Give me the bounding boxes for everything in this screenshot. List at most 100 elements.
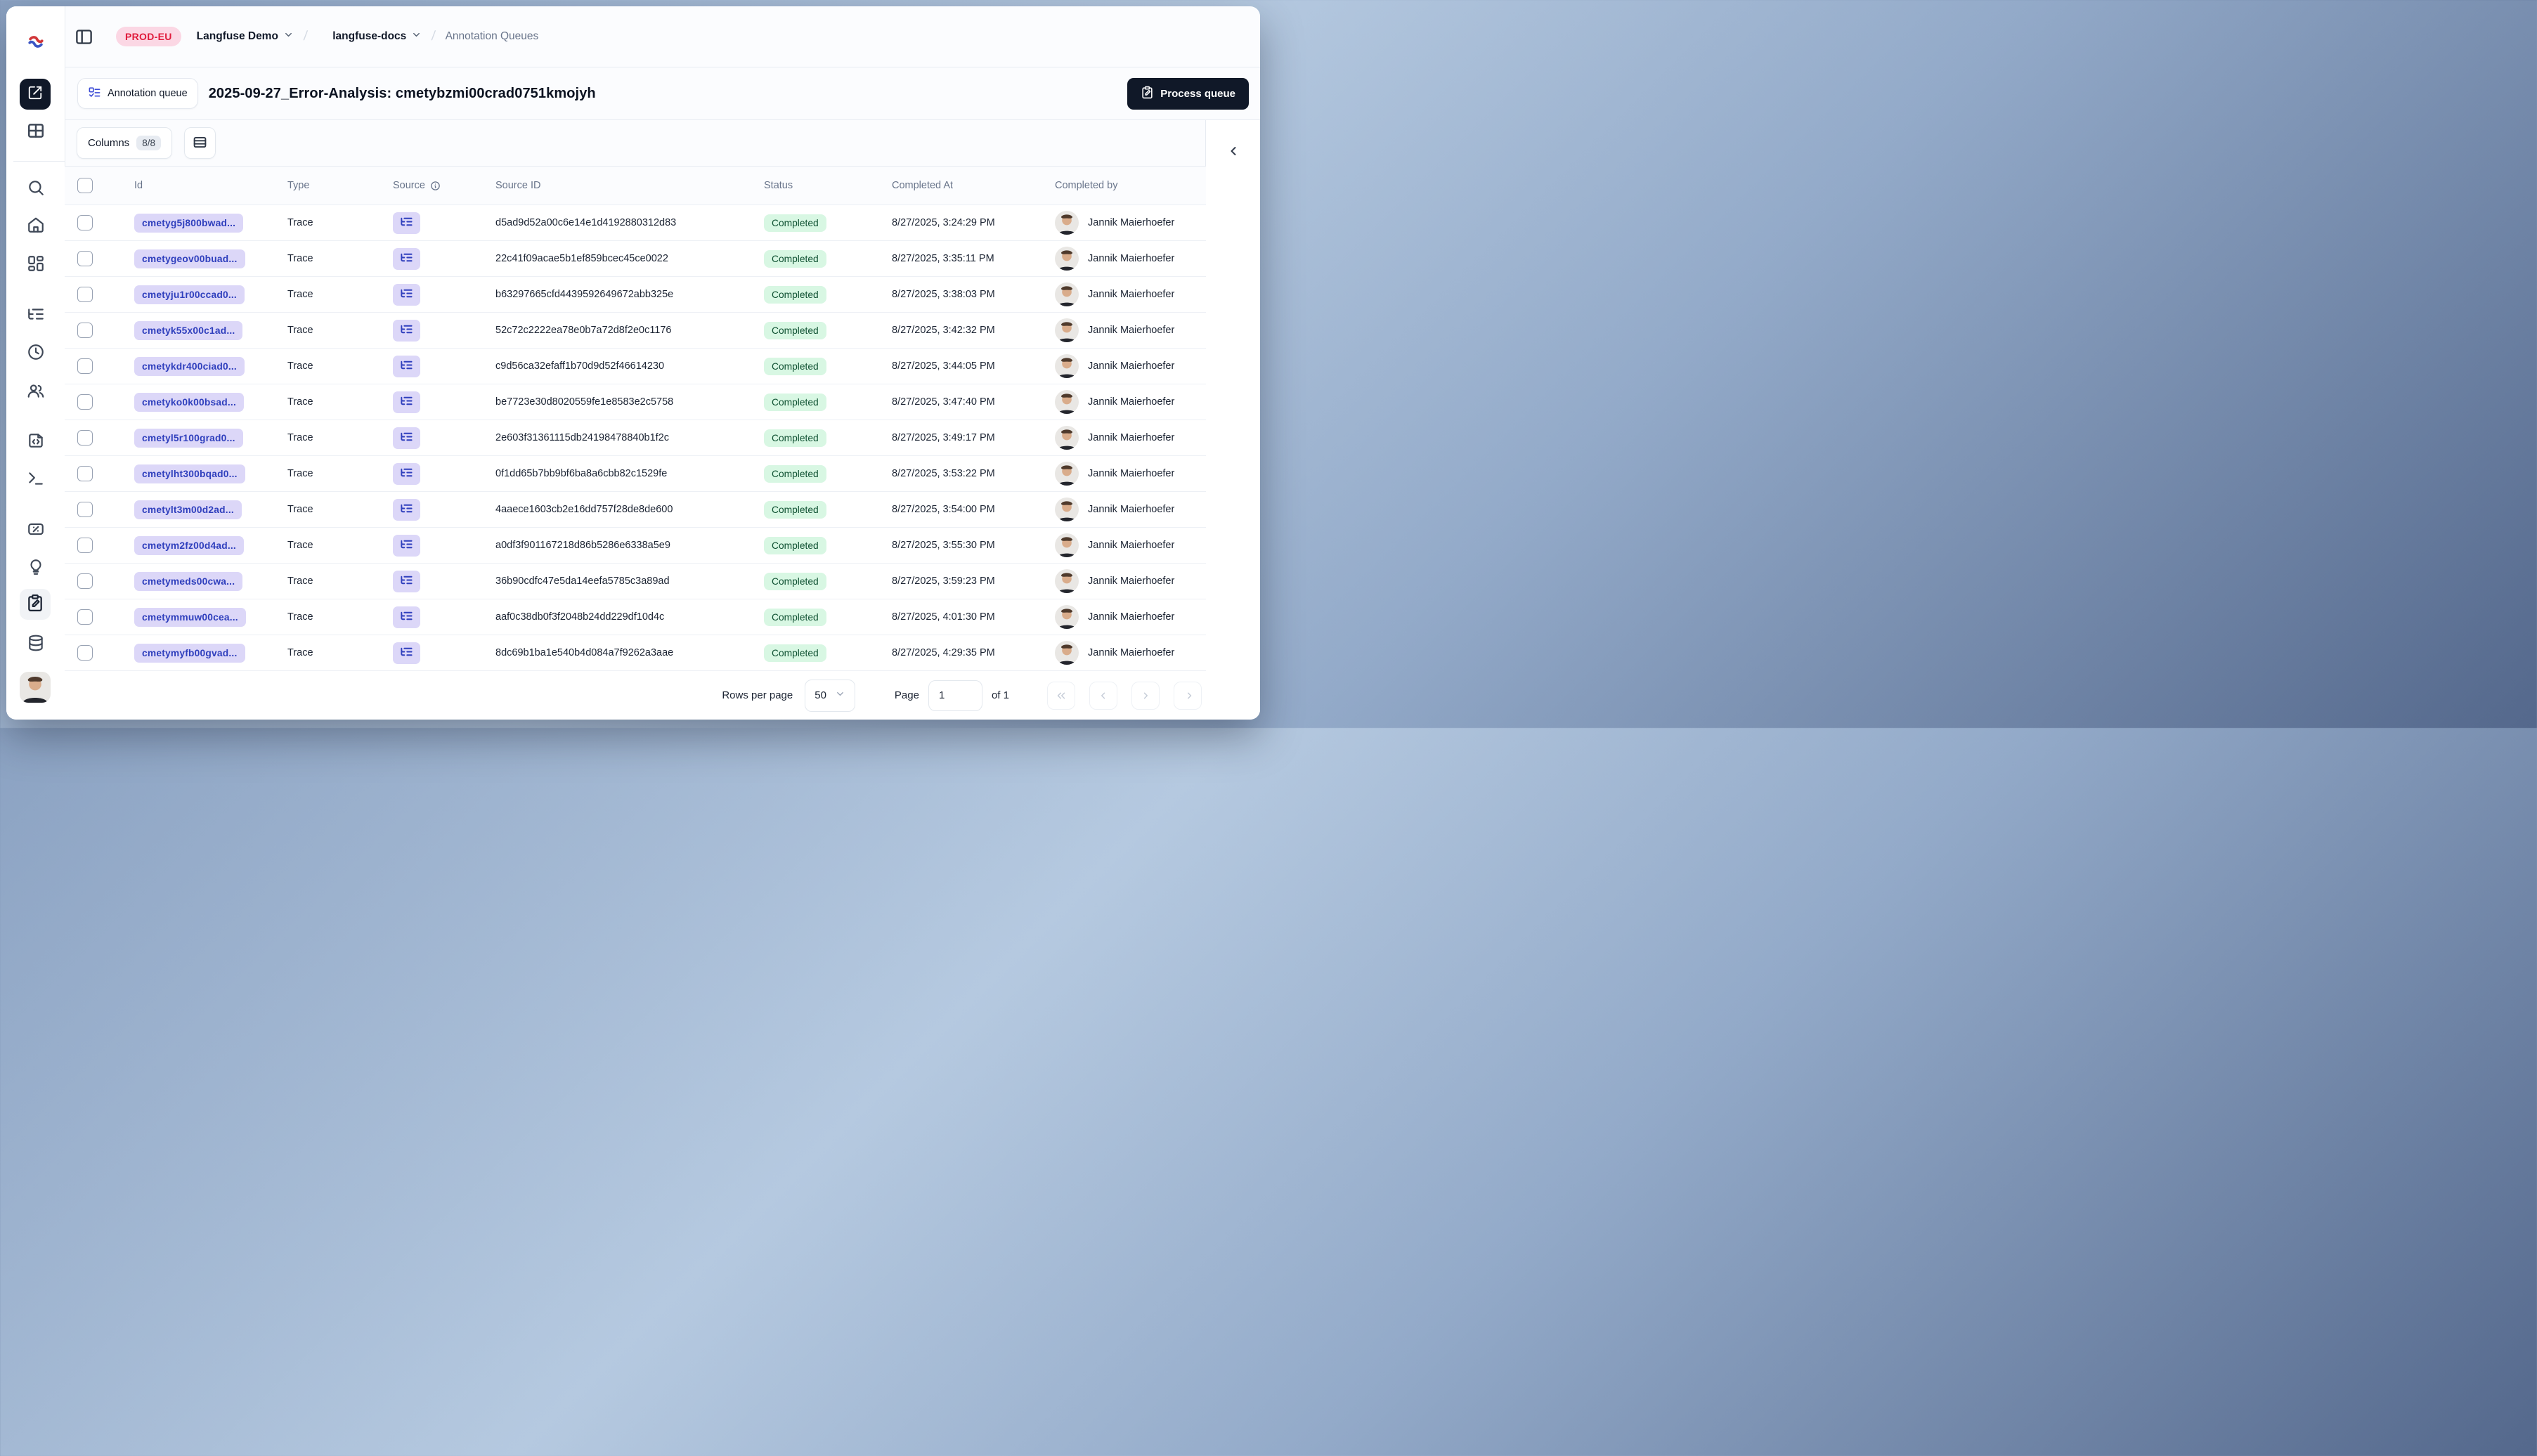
row-checkbox[interactable] [77, 466, 93, 482]
row-checkbox[interactable] [77, 573, 93, 590]
table-row[interactable]: cmetym2fz00d4ad... Trace a0df3f901167218… [65, 528, 1206, 564]
table-row[interactable]: cmetygeov00buad... Trace 22c41f09acae5b1… [65, 241, 1206, 278]
completed-by-avatar [1055, 533, 1079, 558]
completed-by-name: Jannik Maierhoefer [1088, 396, 1175, 408]
tracing-tree-icon[interactable] [27, 305, 45, 323]
prompts-file-code-icon[interactable] [27, 431, 45, 450]
table-view-icon[interactable] [27, 122, 45, 140]
completed-by-avatar [1055, 390, 1079, 415]
rows-per-page-select[interactable]: 50 [805, 679, 855, 712]
completed-by-name: Jannik Maierhoefer [1088, 611, 1175, 623]
row-height-button[interactable] [183, 127, 216, 160]
item-id-badge[interactable]: cmetymeds00cwa... [134, 571, 243, 591]
item-id-badge[interactable]: cmetyl5r100grad0... [134, 428, 243, 448]
last-page-button[interactable] [1174, 681, 1202, 710]
first-page-button[interactable] [1047, 681, 1075, 710]
table-row[interactable]: cmetyg5j800bwad... Trace d5ad9d52a00c6e1… [65, 205, 1206, 242]
item-id-badge[interactable]: cmetymyfb00gvad... [134, 643, 245, 663]
table-row[interactable]: cmetymeds00cwa... Trace 36b90cdfc47e5da1… [65, 564, 1206, 600]
row-checkbox[interactable] [77, 287, 93, 303]
home-icon[interactable] [27, 216, 45, 234]
row-checkbox[interactable] [77, 251, 93, 267]
trace-tree-icon [400, 358, 413, 375]
trace-source-badge[interactable] [393, 642, 420, 664]
trace-source-badge[interactable] [393, 283, 420, 306]
dashboard-icon[interactable] [27, 254, 45, 273]
table-row[interactable]: cmetyl5r100grad0... Trace 2e603f31361115… [65, 420, 1206, 457]
item-id-badge[interactable]: cmetykdr400ciad0... [134, 356, 245, 376]
completed-by-avatar [1055, 498, 1079, 522]
trace-source-badge[interactable] [393, 570, 420, 592]
page-input[interactable] [928, 680, 982, 711]
playground-terminal-icon[interactable] [27, 469, 45, 488]
table-row[interactable]: cmetyko0k00bsad... Trace be7723e30d80205… [65, 384, 1206, 421]
search-icon[interactable] [27, 178, 45, 197]
trace-source-badge[interactable] [393, 391, 420, 413]
evals-percent-icon[interactable] [27, 520, 45, 538]
item-id-badge[interactable]: cmetylht300bqad0... [134, 464, 245, 483]
item-id-badge[interactable]: cmetym2fz00d4ad... [134, 535, 244, 555]
breadcrumb-project[interactable]: langfuse-docs [332, 30, 422, 44]
item-id-badge[interactable]: cmetyk55x00c1ad... [134, 320, 243, 340]
completed-at: 8/27/2025, 3:59:23 PM [892, 576, 995, 587]
trace-source-badge[interactable] [393, 498, 420, 521]
trace-tree-icon [400, 466, 413, 482]
table-row[interactable]: cmetylt3m00d2ad... Trace 4aaece1603cb2e1… [65, 492, 1206, 528]
row-checkbox[interactable] [77, 323, 93, 339]
users-icon[interactable] [27, 382, 45, 400]
sidebar-toggle-icon[interactable] [74, 27, 93, 46]
sessions-clock-icon[interactable] [27, 343, 45, 361]
previous-page-button[interactable] [1089, 681, 1117, 710]
item-id-badge[interactable]: cmetyju1r00ccad0... [134, 285, 245, 304]
sidebar-item-annotation-queues-active[interactable] [20, 589, 51, 620]
right-panel-collapsed [1205, 120, 1260, 720]
info-icon[interactable] [430, 181, 441, 191]
trace-tree-icon [400, 251, 413, 267]
trace-tree-icon [400, 430, 413, 446]
row-checkbox[interactable] [77, 502, 93, 518]
table-row[interactable]: cmetymyfb00gvad... Trace 8dc69b1ba1e540b… [65, 635, 1206, 672]
row-checkbox[interactable] [77, 430, 93, 446]
trace-source-badge[interactable] [393, 319, 420, 342]
status-badge: Completed [764, 393, 826, 411]
next-page-button[interactable] [1131, 681, 1160, 710]
user-avatar[interactable] [20, 672, 51, 703]
trace-source-badge[interactable] [393, 606, 420, 628]
process-queue-button[interactable]: Process queue [1127, 77, 1249, 110]
trace-source-badge[interactable] [393, 534, 420, 557]
expand-panel-chevron-left-icon[interactable] [1226, 144, 1240, 158]
row-checkbox[interactable] [77, 609, 93, 625]
row-checkbox[interactable] [77, 538, 93, 554]
item-type: Trace [287, 611, 313, 623]
table-row[interactable]: cmetykdr400ciad0... Trace c9d56ca32efaff… [65, 349, 1206, 385]
open-external-button[interactable] [20, 79, 51, 110]
row-checkbox[interactable] [77, 645, 93, 661]
completed-at: 8/27/2025, 3:35:11 PM [892, 253, 994, 265]
item-id-badge[interactable]: cmetyg5j800bwad... [134, 213, 244, 233]
table-row[interactable]: cmetyk55x00c1ad... Trace 52c72c2222ea78e… [65, 313, 1206, 349]
table-row[interactable]: cmetyju1r00ccad0... Trace b63297665cfd44… [65, 277, 1206, 313]
item-id-badge[interactable]: cmetyko0k00bsad... [134, 392, 244, 412]
item-id-badge[interactable]: cmetylt3m00d2ad... [134, 500, 242, 519]
datasets-database-icon[interactable] [27, 634, 45, 652]
trace-source-badge[interactable] [393, 355, 420, 377]
table-row[interactable]: cmetymmuw00cea... Trace aaf0c38db0f3f204… [65, 599, 1206, 636]
table-toolbar: Columns 8/8 [65, 120, 1206, 167]
table-row[interactable]: cmetylht300bqad0... Trace 0f1dd65b7bb9bf… [65, 456, 1206, 493]
trace-source-badge[interactable] [393, 427, 420, 449]
trace-source-badge[interactable] [393, 247, 420, 270]
trace-source-badge[interactable] [393, 462, 420, 485]
select-all-checkbox[interactable] [77, 178, 93, 194]
row-checkbox[interactable] [77, 215, 93, 231]
breadcrumb-current-page: Annotation Queues [445, 30, 539, 42]
trace-tree-icon [400, 287, 413, 303]
columns-button[interactable]: Columns 8/8 [77, 127, 172, 160]
item-id-badge[interactable]: cmetymmuw00cea... [134, 607, 246, 627]
breadcrumb-org[interactable]: Langfuse Demo [197, 30, 294, 44]
item-id-badge[interactable]: cmetygeov00buad... [134, 249, 245, 268]
row-checkbox[interactable] [77, 358, 93, 375]
lightbulb-icon[interactable] [27, 558, 45, 576]
row-checkbox[interactable] [77, 394, 93, 410]
completed-by-avatar [1055, 282, 1079, 307]
trace-source-badge[interactable] [393, 212, 420, 234]
